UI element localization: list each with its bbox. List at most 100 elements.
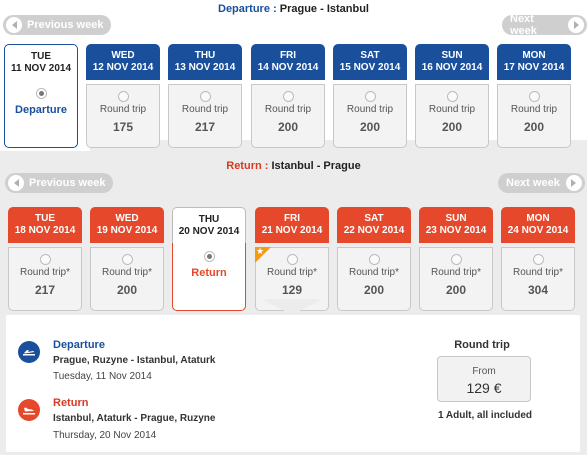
day-radio-button[interactable]: [121, 254, 133, 265]
fare-price: 217: [34, 283, 56, 297]
day-of-week: FRI: [283, 213, 301, 224]
departure-day-4[interactable]: SAT 15 NOV 2014 Round trip 200: [333, 44, 407, 148]
day-of-week: WED: [115, 213, 139, 224]
day-fare-cell[interactable]: Round trip 175: [86, 84, 160, 148]
fare-type-label: Round trip*: [19, 267, 71, 278]
fare-price: 304: [527, 283, 549, 297]
summary-return-route: Istanbul, Ataturk - Prague, Ruzyne: [53, 413, 216, 424]
day-fare-cell[interactable]: Return: [172, 243, 246, 311]
day-radio-button[interactable]: [286, 254, 298, 265]
day-date: 12 NOV 2014: [92, 62, 154, 73]
return-next-week-button[interactable]: Next week: [498, 173, 585, 193]
fare-type-label: Round trip*: [430, 267, 482, 278]
plane-takeoff-icon: [18, 341, 40, 363]
summary-return-date: Thursday, 20 Nov 2014: [53, 430, 157, 441]
day-radio-button[interactable]: [117, 91, 129, 102]
day-header: MON 24 NOV 2014: [501, 207, 575, 243]
day-of-week: WED: [111, 50, 135, 61]
return-day-5[interactable]: SUN 23 NOV 2014 Round trip* 200: [419, 207, 493, 311]
day-of-week: SAT: [364, 213, 384, 224]
fare-title: Round trip: [454, 339, 510, 351]
fare-type-label: Round trip*: [266, 267, 318, 278]
day-fare-cell[interactable]: Round trip* 200: [90, 247, 164, 311]
fare-type-label: Round trip*: [101, 267, 153, 278]
departure-day-6[interactable]: MON 17 NOV 2014 Round trip 200: [497, 44, 571, 148]
return-day-4[interactable]: SAT 22 NOV 2014 Round trip* 200: [337, 207, 411, 311]
return-day-3[interactable]: FRI 21 NOV 2014 Round trip* 129 ★: [255, 207, 329, 311]
day-fare-cell[interactable]: Round trip* 217: [8, 247, 82, 311]
day-radio-button[interactable]: [199, 91, 211, 102]
return-heading: Return : Istanbul - Prague: [0, 160, 587, 172]
chevron-left-icon: [6, 17, 22, 33]
return-heading-route: Istanbul - Prague: [271, 160, 361, 172]
day-header: THU 20 NOV 2014: [172, 207, 246, 243]
day-radio-button[interactable]: [35, 88, 47, 99]
fare-price: 129: [281, 283, 303, 297]
day-header: SAT 15 NOV 2014: [333, 44, 407, 80]
day-header: TUE 18 NOV 2014: [8, 207, 82, 243]
departure-heading-route: Prague - Istanbul: [279, 3, 369, 15]
day-radio-button[interactable]: [364, 91, 376, 102]
return-previous-week-button[interactable]: Previous week: [5, 173, 114, 193]
day-date: 21 NOV 2014: [261, 225, 323, 236]
day-fare-cell[interactable]: Round trip 200: [415, 84, 489, 148]
departure-day-1[interactable]: WED 12 NOV 2014 Round trip 175: [86, 44, 160, 148]
day-header: SUN 16 NOV 2014: [415, 44, 489, 80]
return-day-2[interactable]: THU 20 NOV 2014 Return: [172, 207, 246, 311]
day-header: SAT 22 NOV 2014: [337, 207, 411, 243]
return-day-6[interactable]: MON 24 NOV 2014 Round trip* 304: [501, 207, 575, 311]
day-radio-button[interactable]: [368, 254, 380, 265]
day-header: SUN 23 NOV 2014: [419, 207, 493, 243]
day-of-week: THU: [198, 214, 220, 225]
day-fare-cell[interactable]: Round trip 200: [497, 84, 571, 148]
summary-departure-date: Tuesday, 11 Nov 2014: [53, 371, 152, 382]
day-fare-cell[interactable]: Round trip* 304: [501, 247, 575, 311]
fare-box: From 129 €: [437, 356, 531, 402]
day-fare-cell[interactable]: Round trip 200: [251, 84, 325, 148]
day-radio-button[interactable]: [282, 91, 294, 102]
day-date: 23 NOV 2014: [425, 225, 487, 236]
day-header: TUE 11 NOV 2014: [4, 44, 78, 80]
day-header: WED 12 NOV 2014: [86, 44, 160, 80]
day-fare-cell[interactable]: Round trip* 200: [419, 247, 493, 311]
day-radio-button[interactable]: [532, 254, 544, 265]
day-of-week: TUE: [31, 51, 51, 62]
day-header: THU 13 NOV 2014: [168, 44, 242, 80]
day-fare-cell[interactable]: Round trip 217: [168, 84, 242, 148]
return-day-0[interactable]: TUE 18 NOV 2014 Round trip* 217: [8, 207, 82, 311]
day-radio-button[interactable]: [203, 251, 215, 262]
departure-day-3[interactable]: FRI 14 NOV 2014 Round trip 200: [251, 44, 325, 148]
fare-price: 200: [445, 283, 467, 297]
day-header: FRI 14 NOV 2014: [251, 44, 325, 80]
departure-previous-week-button[interactable]: Previous week: [3, 15, 112, 35]
day-fare-cell[interactable]: Round trip 200: [333, 84, 407, 148]
day-radio-button[interactable]: [528, 91, 540, 102]
day-radio-button[interactable]: [39, 254, 51, 265]
day-fare-cell[interactable]: Round trip* 200: [337, 247, 411, 311]
summary-departure-route: Prague, Ruzyne - Istanbul, Ataturk: [53, 355, 216, 366]
day-of-week: THU: [194, 50, 216, 61]
day-date: 22 NOV 2014: [343, 225, 405, 236]
day-date: 15 NOV 2014: [339, 62, 401, 73]
return-heading-label: Return :: [226, 160, 269, 172]
departure-day-0[interactable]: TUE 11 NOV 2014 Departure: [4, 44, 78, 148]
departure-next-week-button[interactable]: Next week: [502, 13, 587, 37]
return-day-1[interactable]: WED 19 NOV 2014 Round trip* 200: [90, 207, 164, 311]
day-date: 19 NOV 2014: [96, 225, 158, 236]
fare-type-label: Round trip: [181, 104, 229, 115]
departure-day-2[interactable]: THU 13 NOV 2014 Round trip 217: [168, 44, 242, 148]
star-icon: ★: [256, 246, 265, 256]
day-of-week: SUN: [441, 50, 463, 61]
day-fare-cell[interactable]: Departure: [4, 80, 78, 148]
selected-day-label: Departure: [15, 104, 67, 116]
day-date: 11 NOV 2014: [10, 63, 72, 74]
day-radio-button[interactable]: [446, 91, 458, 102]
chevron-left-icon: [8, 175, 24, 191]
departure-heading-label: Departure :: [218, 3, 277, 15]
departure-day-5[interactable]: SUN 16 NOV 2014 Round trip 200: [415, 44, 489, 148]
day-radio-button[interactable]: [450, 254, 462, 265]
day-header: MON 17 NOV 2014: [497, 44, 571, 80]
day-of-week: SUN: [445, 213, 467, 224]
fare-type-label: Round trip: [510, 104, 558, 115]
summary-departure-title: Departure: [53, 339, 105, 351]
